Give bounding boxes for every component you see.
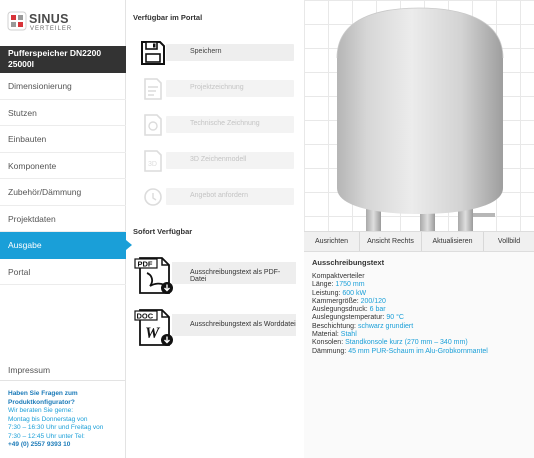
spec-key: Auslegungsdruck: [312, 306, 368, 314]
spec-key: Leistung: [312, 289, 341, 297]
sidebar-item-projektdaten[interactable]: Projektdaten [0, 206, 126, 232]
sidebar-item-komponente[interactable]: Komponente [0, 153, 126, 179]
technical-drawing-icon [144, 114, 162, 136]
spec-value: 1750 mm [335, 281, 365, 289]
contact-line: 7:30 – 12:45 Uhr unter Tel: [8, 432, 85, 440]
spec-key: Kammergröße: [312, 297, 359, 305]
spec-value: Stahl [340, 331, 357, 339]
brand-subtitle: VERTEILER [30, 26, 73, 32]
save-button[interactable]: Speichern [136, 41, 294, 65]
pdf-download-icon: PDF [134, 257, 173, 294]
product-title: Pufferspeicher DN2200 25000l [0, 46, 126, 73]
contact-line: Montag bis Donnerstag von [8, 415, 88, 423]
contact-question: Haben Sie Fragen zum Produktkonfigurator… [8, 390, 78, 406]
3d-model-button[interactable]: 3D 3D Zeichenmodell [136, 149, 294, 172]
spec-row: Auslegungstemperatur: 90 °C [312, 314, 532, 322]
spec-title: Ausschreibungstext [312, 258, 385, 267]
contact-line: Wir beraten Sie gerne: [8, 407, 74, 414]
doc-badge: DOC [137, 312, 154, 321]
spec-value: 600 kW [342, 289, 367, 297]
sidebar-item-einbauten[interactable]: Einbauten [0, 126, 126, 153]
spec-row: Material: Stahl [312, 331, 532, 339]
spec-intro: Kompaktverteiler [312, 273, 365, 280]
sidebar-item-ausgabe[interactable]: Ausgabe [0, 232, 132, 259]
spec-value: schwarz grundiert [357, 322, 414, 330]
impressum-section: Impressum [0, 359, 126, 381]
spec-key: Beschichtung: [312, 322, 356, 330]
sinus-logo-icon [7, 11, 27, 31]
sidebar: SINUS VERTEILER Pufferspeicher DN2200 25… [0, 0, 132, 458]
svg-text:W: W [145, 325, 161, 342]
3d-viewer[interactable] [304, 0, 534, 231]
spec-key: Auslegungstemperatur: [312, 314, 385, 322]
spec-key: Material: [312, 331, 339, 339]
spec-value: 200/120 [360, 297, 386, 305]
output-panel: Verfügbar im Portal Speichern Projektzei… [126, 0, 304, 458]
drawing-icon [144, 78, 162, 100]
brand-name: SINUS [29, 12, 69, 26]
portal-section-title: Verfügbar im Portal [133, 13, 203, 22]
save-button-label: Speichern [190, 48, 222, 55]
contact-line: 7:30 – 16:30 Uhr und Freitag von [8, 424, 104, 431]
right-view-button[interactable]: Ansicht Rechts [360, 232, 422, 251]
spec-value: Standkonsole kurz (270 mm – 340 mm) [345, 339, 468, 347]
sidebar-nav: Dimensionierung Stutzen Einbauten Kompon… [0, 73, 132, 285]
floppy-disk-icon [141, 41, 165, 65]
logo[interactable]: SINUS VERTEILER [7, 9, 77, 35]
spec-row: Beschichtung: schwarz grundiert [312, 323, 532, 331]
sidebar-item-dimensionierung[interactable]: Dimensionierung [0, 73, 126, 100]
3d-model-label: 3D Zeichenmodell [190, 156, 247, 163]
contact-phone[interactable]: +49 (0) 2557 9393 10 [8, 441, 123, 450]
spec-value: 90 °C [386, 314, 404, 322]
doc-download-button[interactable]: DOC W Ausschreibungstext als Worddatei [134, 305, 296, 349]
product-title-line1: Pufferspeicher DN2200 [8, 48, 102, 58]
product-title-line2: 25000l [8, 59, 34, 69]
spec-row: Leistung: 600 kW [312, 290, 532, 298]
project-drawing-label: Projektzeichnung [190, 84, 244, 91]
align-button[interactable]: Ausrichten [304, 232, 360, 251]
spec-key: Dämmung: [312, 347, 347, 355]
fullscreen-button[interactable]: Vollbild [484, 232, 534, 251]
spec-key: Konsolen: [312, 339, 344, 347]
instant-section-title: Sofort Verfügbar [133, 227, 193, 236]
spec-value: 45 mm PUR-Schaum im Alu-Grobkornmantel [348, 347, 488, 355]
offer-icon [144, 188, 162, 206]
request-offer-button[interactable]: Angebot anfordern [136, 185, 294, 207]
spec-row: Länge: 1750 mm [312, 281, 532, 289]
spec-text: Ausschreibungstext Kompaktverteiler Läng… [312, 258, 532, 356]
project-drawing-button[interactable]: Projektzeichnung [136, 77, 294, 100]
sidebar-item-stutzen[interactable]: Stutzen [0, 100, 126, 126]
pdf-download-button[interactable]: PDF Ausschreibungstext als PDF-Datei [134, 253, 296, 297]
technical-drawing-label: Technische Zeichnung [190, 120, 260, 127]
doc-download-label: Ausschreibungstext als Worddatei [190, 321, 296, 328]
spec-key: Länge: [312, 281, 334, 289]
refresh-button[interactable]: Aktualisieren [422, 232, 484, 251]
tank-model [336, 7, 504, 231]
pdf-download-label: Ausschreibungstext als PDF-Datei [190, 269, 281, 283]
doc-download-icon: DOC W [134, 309, 173, 346]
impressum-link[interactable]: Impressum [0, 359, 126, 381]
svg-text:3D: 3D [148, 161, 157, 168]
preview-panel: Ausrichten Ansicht Rechts Aktualisieren … [304, 0, 534, 458]
request-offer-label: Angebot anfordern [190, 192, 248, 199]
viewer-toolbar: Ausrichten Ansicht Rechts Aktualisieren … [304, 231, 534, 252]
sidebar-item-zubehoer-daemmung[interactable]: Zubehör/Dämmung [0, 179, 126, 206]
spec-row: Konsolen: Standkonsole kurz (270 mm – 34… [312, 339, 532, 347]
contact-info: Haben Sie Fragen zum Produktkonfigurator… [8, 390, 123, 450]
3d-model-icon: 3D [144, 150, 162, 172]
spec-row: Kammergröße: 200/120 [312, 298, 532, 306]
pdf-badge: PDF [138, 260, 153, 269]
save-button-bg [166, 44, 294, 61]
spec-value: 6 bar [369, 306, 386, 314]
sidebar-item-portal[interactable]: Portal [0, 259, 126, 285]
technical-drawing-button[interactable]: Technische Zeichnung [136, 113, 294, 136]
spec-row: Dämmung: 45 mm PUR-Schaum im Alu-Grobkor… [312, 348, 532, 356]
